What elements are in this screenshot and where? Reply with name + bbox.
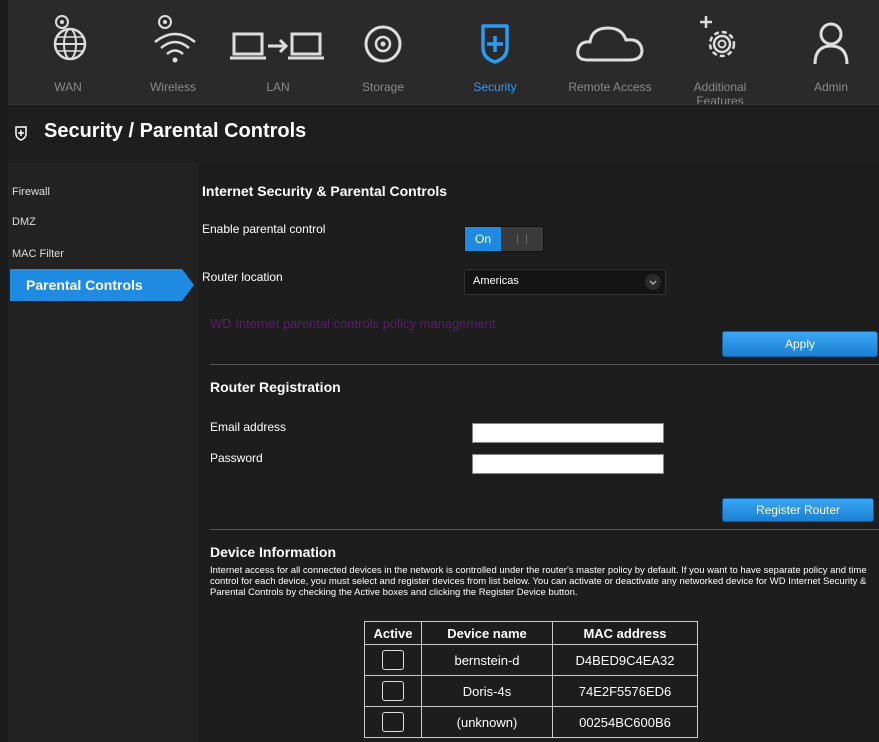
column-header-mac-address: MAC address [553,622,697,644]
top-navigation: WAN Wireless LAN Storage Security Remote… [8,0,879,108]
active-checkbox[interactable] [382,681,404,701]
globe-gear-icon [53,15,87,61]
gear-plus-icon [700,16,736,58]
column-header-active: Active [365,622,421,644]
main-content: Internet Security & Parental Controls En… [198,163,879,742]
title-bar: Security / Parental Controls [8,104,879,163]
password-label: Password [210,451,263,465]
policy-management-link[interactable]: WD Internet parental controls policy man… [210,316,495,331]
table-header-row: Active Device name MAC address [365,622,697,644]
nav-wireless[interactable]: Wireless [123,0,223,104]
table-row: (unknown) 00254BC600B6 [365,707,697,737]
table-row: bernstein-d D4BED9C4EA32 [365,645,697,675]
active-checkbox[interactable] [382,712,404,732]
shield-icon [15,126,27,141]
toggle-on-label: On [465,227,501,251]
nav-additional-features[interactable]: Additional Features [670,0,770,108]
active-cell [365,676,421,706]
nav-lan[interactable]: LAN [228,0,328,104]
active-cell [365,645,421,675]
nav-label: Wireless [149,80,196,94]
cloud-icon [576,26,644,62]
mac-address-cell: D4BED9C4EA32 [553,645,697,675]
column-header-device-name: Device name [422,622,552,644]
mac-address-cell: 00254BC600B6 [553,707,697,737]
device-table: Active Device name MAC address bernstein… [364,621,698,738]
router-location-select[interactable]: Americas [464,269,666,295]
email-label: Email address [210,420,287,434]
device-name-cell: bernstein-d [422,645,552,675]
register-router-button[interactable]: Register Router [722,498,874,522]
shield-icon [481,24,509,64]
lan-icon [230,32,324,60]
disc-icon [364,25,402,63]
router-location-value: Americas [473,275,519,287]
sidebar-item-parental-controls[interactable]: Parental Controls [26,277,143,293]
divider [210,529,879,530]
section-heading-devices: Device Information [210,544,337,560]
nav-label: Storage [361,80,405,94]
sidebar-active-arrow [182,269,194,301]
wifi-gear-icon [154,15,196,63]
chevron-down-icon [645,274,661,290]
section-heading-registration: Router Registration [210,379,341,395]
device-name-cell: (unknown) [422,707,552,737]
nav-storage[interactable]: Storage [333,0,433,104]
sidebar: Firewall DMZ MAC Filter Parental Control… [8,163,198,742]
router-location-label: Router location [202,270,283,284]
sidebar-item-firewall[interactable]: Firewall [12,186,50,198]
parental-control-toggle[interactable]: On [464,226,544,252]
device-description: Internet access for all connected device… [210,565,867,598]
page-title: Security / Parental Controls [44,120,307,142]
user-icon [813,22,849,65]
toggle-grip [517,234,527,244]
password-field[interactable] [472,454,664,474]
email-field[interactable] [472,423,664,443]
nav-label: Remote Access [568,80,652,94]
active-checkbox[interactable] [382,650,404,670]
mac-address-cell: 74E2F5576ED6 [553,676,697,706]
nav-label: Security [473,80,517,94]
router-admin-window: WAN Wireless LAN Storage Security Remote… [8,0,879,742]
nav-label: Admin [813,80,848,94]
active-cell [365,707,421,737]
table-row: Doris-4s 74E2F5576ED6 [365,676,697,706]
nav-admin[interactable]: Admin [781,0,879,104]
device-name-cell: Doris-4s [422,676,552,706]
sidebar-item-dmz[interactable]: DMZ [12,216,36,228]
apply-button[interactable]: Apply [722,331,878,357]
nav-remote-access[interactable]: Remote Access [560,0,660,104]
enable-parental-label: Enable parental control [202,222,326,236]
divider [210,364,879,365]
nav-wan[interactable]: WAN [18,0,118,104]
section-heading-parental: Internet Security & Parental Controls [202,183,448,199]
nav-security[interactable]: Security [445,0,545,104]
nav-label: WAN [54,80,82,94]
sidebar-item-mac-filter[interactable]: MAC Filter [12,248,64,260]
nav-label: LAN [266,80,290,94]
